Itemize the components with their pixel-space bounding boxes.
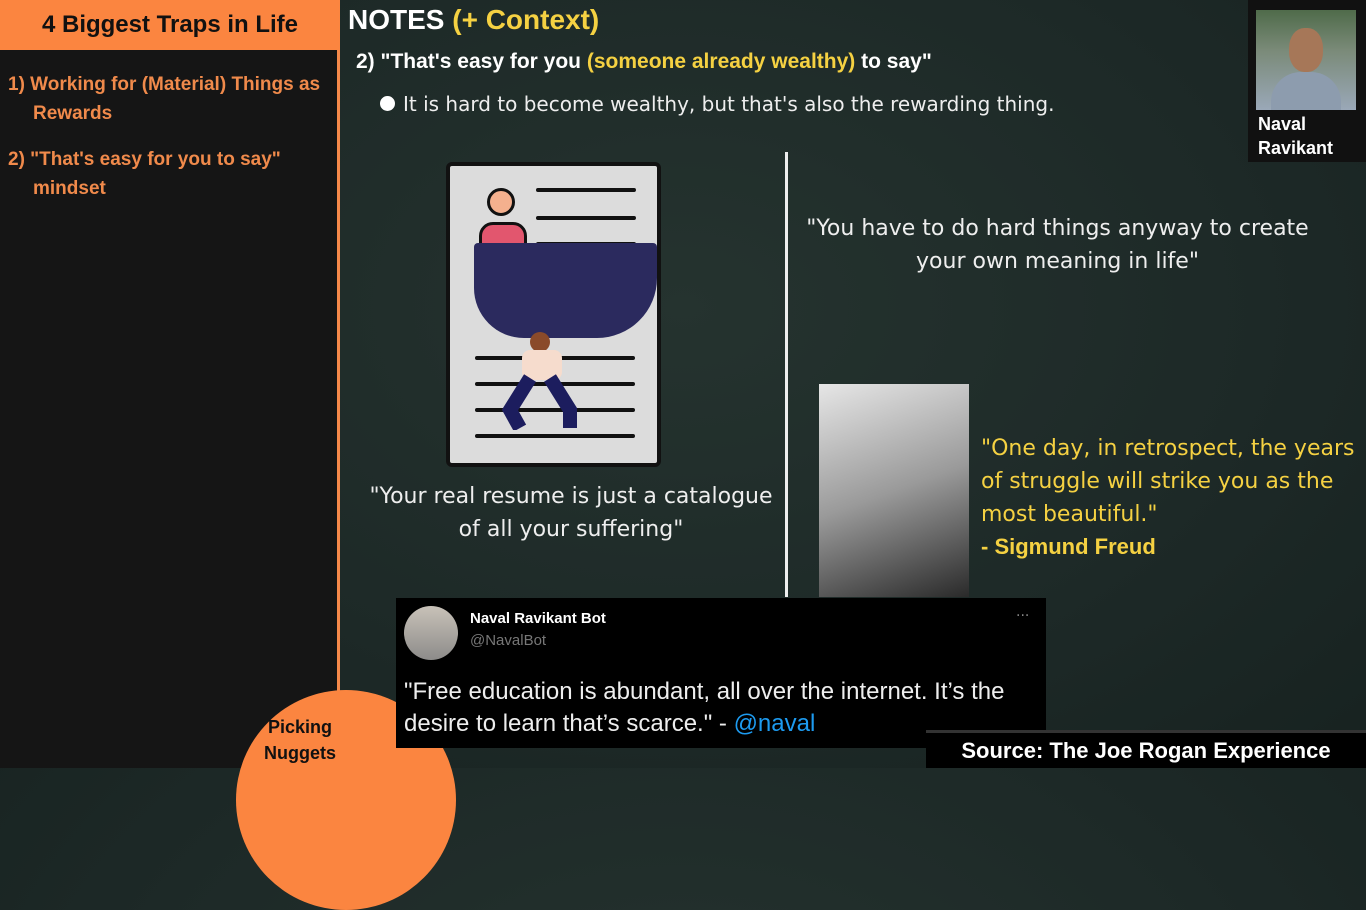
title-context: (+ Context) (452, 4, 600, 35)
sidebar-item-1: 1) Working for (Material) Things as Rewa… (8, 74, 321, 124)
person-lifting-illustration (501, 332, 577, 430)
point-text-end: to say" (855, 50, 932, 73)
tweet-body: "Free education is abundant, all over th… (404, 678, 1005, 737)
freud-quote-text: "One day, in retrospect, the years of st… (981, 436, 1355, 527)
speaker-name: Naval Ravikant (1258, 114, 1334, 158)
point-highlight: (someone already wealthy) (586, 50, 856, 73)
tweet-card: Naval Ravikant Bot @NavalBot ··· "Free e… (396, 598, 1046, 748)
freud-author: - Sigmund Freud (981, 534, 1156, 559)
freud-quote: "One day, in retrospect, the years of st… (981, 432, 1361, 564)
hard-things-quote: "You have to do hard things anyway to cr… (806, 216, 1309, 274)
bullet-text: It is hard to become wealthy, but that's… (403, 92, 1055, 116)
sidebar-title: 4 Biggest Traps in Life (0, 0, 340, 50)
boulder-illustration (474, 243, 657, 338)
avatar[interactable] (404, 606, 458, 660)
tweet-mention-link[interactable]: @naval (734, 710, 816, 737)
bullet-point: It is hard to become wealthy, but that's… (380, 92, 1054, 116)
page-title: NOTES (+ Context) (348, 4, 599, 36)
point-text: 2) "That's easy for you (356, 50, 587, 73)
freud-photo (819, 384, 969, 597)
more-options-icon[interactable]: ··· (1016, 608, 1029, 624)
point-heading: 2) "That's easy for you (someone already… (356, 50, 932, 74)
bullet-icon (380, 96, 395, 111)
brand-text: Picking Nuggets (264, 717, 336, 763)
tweet-author-name[interactable]: Naval Ravikant Bot (470, 610, 606, 627)
speaker-photo (1256, 10, 1356, 110)
resume-quote: "Your real resume is just a catalogue of… (369, 484, 773, 542)
title-text: NOTES (348, 4, 445, 35)
tweet-handle[interactable]: @NavalBot (470, 632, 546, 649)
source-caption: Source: The Joe Rogan Experience (926, 730, 1366, 768)
sidebar-item-2: 2) "That's easy for you to say" mindset (8, 149, 281, 199)
